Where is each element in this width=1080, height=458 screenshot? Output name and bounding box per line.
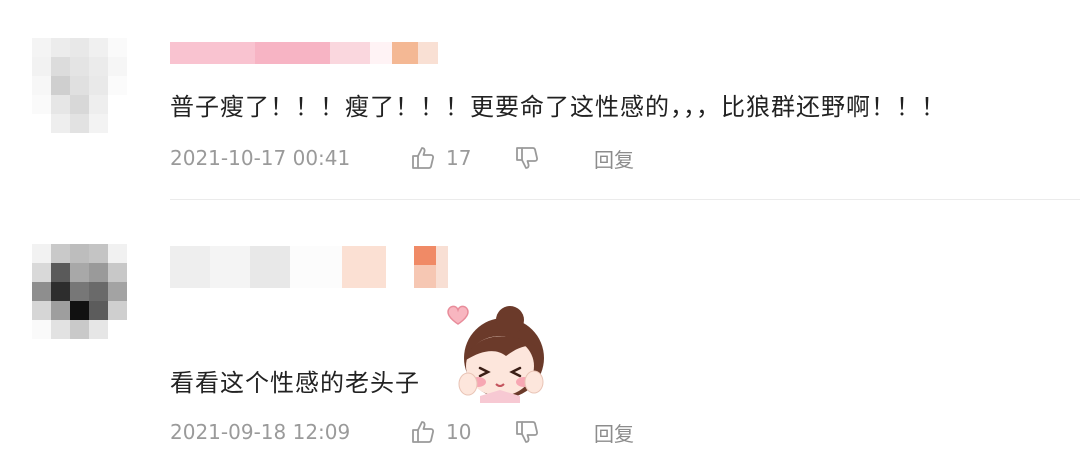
reply-button[interactable]: 回复 [594,418,634,447]
timestamp: 2021-09-18 12:09 [170,420,351,444]
comment-meta: 2021-10-17 00:41 17 回复 [170,143,870,173]
comment-list: 普子瘦了！！！瘦了！！！更要命了这性感的，，，比狼群还野啊！！！ 2021-10… [0,0,1080,458]
comment-item: 看看这个性感的老头子 2021-09-18 12:09 10 回复 [0,200,1080,458]
avatar[interactable] [32,244,127,339]
comment-meta: 2021-09-18 12:09 10 回复 [170,417,870,447]
reply-button[interactable]: 回复 [594,144,634,173]
comment-text: 普子瘦了！！！瘦了！！！更要命了这性感的，，，比狼群还野啊！！！ [170,93,946,121]
thumbs-down-icon [514,145,542,171]
like-count: 10 [446,420,472,444]
avatar[interactable] [32,38,127,133]
username-mosaic[interactable] [170,42,438,64]
thumbs-up-icon [410,145,436,171]
like-count: 17 [446,146,472,170]
dislike-button[interactable] [514,145,542,171]
sticker [444,298,554,403]
comment-text: 看看这个性感的老头子 [170,369,420,397]
dislike-button[interactable] [514,419,542,445]
thumbs-down-icon [514,419,542,445]
like-button[interactable]: 17 [410,145,471,171]
comment-item: 普子瘦了！！！瘦了！！！更要命了这性感的，，，比狼群还野啊！！！ 2021-10… [0,0,1080,200]
timestamp: 2021-10-17 00:41 [170,146,351,170]
username-mosaic[interactable] [170,246,448,288]
thumbs-up-icon [410,419,436,445]
like-button[interactable]: 10 [410,419,471,445]
